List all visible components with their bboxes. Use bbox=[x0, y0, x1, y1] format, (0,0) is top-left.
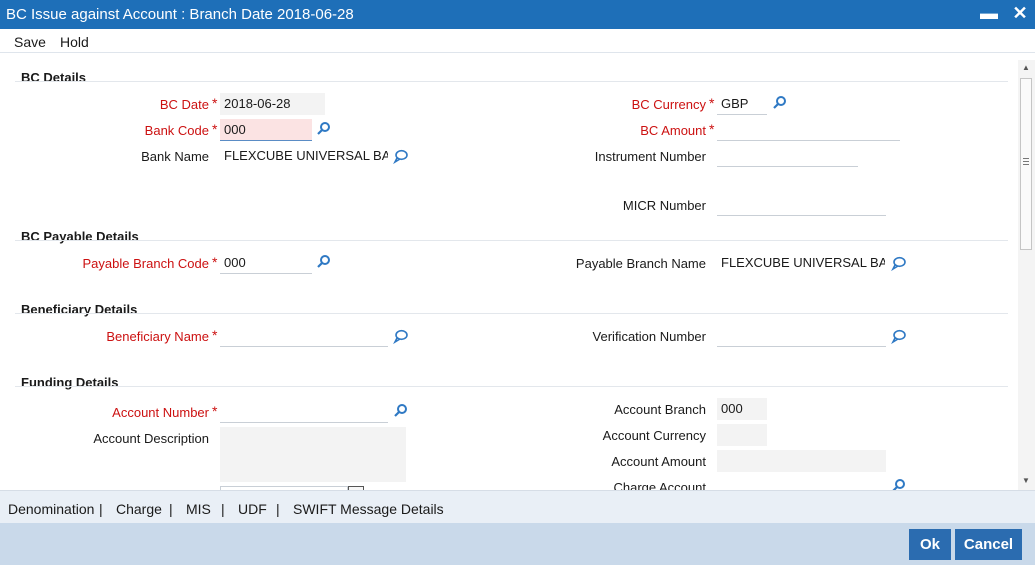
scrollbar-grip-icon bbox=[1023, 158, 1029, 165]
tab-udf[interactable]: UDF bbox=[238, 501, 267, 517]
micr-number-label: MICR Number bbox=[622, 198, 706, 213]
account-description-label: Account Description bbox=[93, 431, 209, 446]
account-number-label: Account Number bbox=[112, 405, 209, 420]
required-marker: * bbox=[212, 121, 218, 137]
form-content: BC Details BC Date * 2018-06-28 Bank Cod… bbox=[0, 53, 1018, 490]
account-branch-field: 000 bbox=[717, 398, 767, 420]
charge-account-label: Charge Account bbox=[613, 480, 706, 490]
required-marker: * bbox=[709, 121, 715, 137]
payable-branch-code-input[interactable]: 000 bbox=[220, 252, 312, 274]
tab-charge[interactable]: Charge bbox=[116, 501, 162, 517]
bc-amount-input[interactable] bbox=[717, 119, 900, 141]
tab-separator: | bbox=[276, 501, 280, 517]
bc-currency-label: BC Currency bbox=[631, 97, 706, 112]
section-divider bbox=[15, 313, 1008, 314]
bc-currency-input[interactable]: GBP bbox=[717, 93, 767, 115]
speech-bubble-icon[interactable] bbox=[393, 148, 409, 164]
tab-mis[interactable]: MIS bbox=[186, 501, 211, 517]
search-icon[interactable] bbox=[772, 95, 788, 111]
beneficiary-name-label: Beneficiary Name bbox=[106, 329, 209, 344]
payable-branch-name-label: Payable Branch Name bbox=[575, 256, 706, 271]
section-title-funding: Funding Details bbox=[21, 375, 119, 390]
account-currency-label: Account Currency bbox=[602, 428, 706, 443]
hold-button[interactable]: Hold bbox=[60, 34, 89, 50]
required-marker: * bbox=[212, 327, 218, 343]
account-currency-field bbox=[717, 424, 767, 446]
instrument-number-input[interactable] bbox=[717, 145, 858, 167]
section-title-bc-payable: BC Payable Details bbox=[21, 229, 139, 244]
account-amount-field bbox=[717, 450, 886, 472]
scroll-down-icon[interactable]: ▼ bbox=[1022, 476, 1030, 485]
bc-date-label: BC Date bbox=[159, 97, 209, 112]
payable-branch-code-label: Payable Branch Code bbox=[82, 256, 209, 271]
required-marker: * bbox=[212, 403, 218, 419]
section-divider bbox=[15, 81, 1008, 82]
save-button[interactable]: Save bbox=[14, 34, 46, 50]
bc-amount-label: BC Amount bbox=[640, 123, 706, 138]
search-icon[interactable] bbox=[393, 403, 409, 419]
tab-separator: | bbox=[99, 501, 103, 517]
payable-branch-name-field: FLEXCUBE UNIVERSAL BA bbox=[717, 252, 885, 274]
required-marker: * bbox=[709, 95, 715, 111]
bc-date-field[interactable]: 2018-06-28 bbox=[220, 93, 325, 115]
window-title: BC Issue against Account : Branch Date 2… bbox=[6, 6, 354, 23]
toolbar: Save Hold bbox=[0, 29, 1035, 53]
verification-number-input[interactable] bbox=[717, 325, 886, 347]
bank-code-input[interactable]: 000 bbox=[220, 119, 312, 141]
account-number-input[interactable] bbox=[220, 401, 388, 423]
charge-account-input[interactable] bbox=[717, 476, 886, 490]
account-amount-label: Account Amount bbox=[611, 454, 706, 469]
search-icon[interactable] bbox=[316, 254, 332, 270]
section-title-beneficiary: Beneficiary Details bbox=[21, 302, 138, 317]
bank-name-field: FLEXCUBE UNIVERSAL BA bbox=[220, 145, 388, 167]
tab-denomination[interactable]: Denomination bbox=[8, 501, 94, 517]
search-icon[interactable] bbox=[891, 478, 907, 490]
search-icon[interactable] bbox=[316, 121, 332, 137]
tab-separator: | bbox=[169, 501, 173, 517]
tab-swift-message-details[interactable]: SWIFT Message Details bbox=[293, 501, 444, 517]
title-bar: BC Issue against Account : Branch Date 2… bbox=[0, 0, 1035, 29]
verification-number-label: Verification Number bbox=[592, 329, 706, 344]
speech-bubble-icon[interactable] bbox=[393, 328, 409, 344]
bank-name-label: Bank Name bbox=[141, 149, 209, 164]
subtab-bar: Denomination | Charge | MIS | UDF | SWIF… bbox=[0, 490, 1035, 523]
scroll-up-icon[interactable]: ▲ bbox=[1022, 63, 1030, 72]
required-marker: * bbox=[212, 95, 218, 111]
cancel-button[interactable]: Cancel bbox=[955, 529, 1022, 560]
instrument-number-label: Instrument Number bbox=[594, 149, 706, 164]
beneficiary-name-input[interactable] bbox=[220, 325, 388, 347]
section-title-bc-details: BC Details bbox=[21, 70, 87, 85]
account-description-field bbox=[220, 427, 406, 482]
ok-button[interactable]: Ok bbox=[909, 529, 951, 560]
minimize-icon[interactable]: ▬ bbox=[978, 2, 1000, 24]
speech-bubble-icon[interactable] bbox=[891, 255, 907, 271]
footer-bar: Ok Cancel bbox=[0, 523, 1035, 565]
account-branch-label: Account Branch bbox=[614, 402, 706, 417]
speech-bubble-icon[interactable] bbox=[891, 328, 907, 344]
required-marker: * bbox=[212, 254, 218, 270]
section-divider bbox=[15, 386, 1008, 387]
section-divider bbox=[15, 240, 1008, 241]
tab-separator: | bbox=[221, 501, 225, 517]
micr-number-input[interactable] bbox=[717, 194, 886, 216]
close-icon[interactable]: ✕ bbox=[1009, 2, 1031, 24]
vertical-scrollbar[interactable]: ▲ ▼ bbox=[1018, 60, 1035, 490]
bank-code-label: Bank Code bbox=[144, 123, 209, 138]
